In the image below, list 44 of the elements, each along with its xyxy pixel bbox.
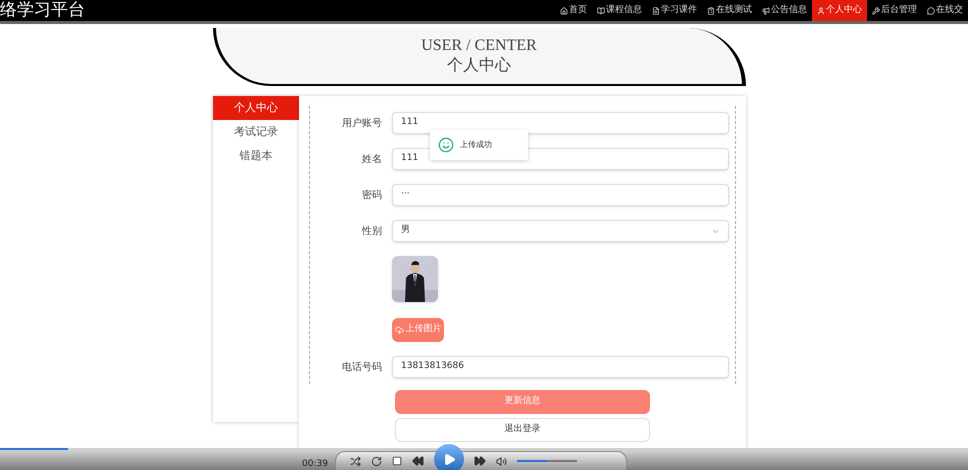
smiley-icon — [438, 137, 454, 153]
field-label: 密码 — [361, 188, 382, 202]
stop-icon[interactable] — [392, 456, 402, 466]
nav-link[interactable]: 个人中心 — [812, 0, 867, 21]
field-label: 用户账号 — [341, 116, 382, 130]
megaphone-icon — [762, 6, 770, 14]
shuffle-icon[interactable] — [350, 456, 361, 466]
wrench-icon — [872, 6, 880, 14]
user-icon — [817, 6, 825, 14]
nav-link[interactable]: 后台管理 — [867, 0, 922, 21]
volume-icon[interactable] — [496, 456, 507, 466]
play-button[interactable] — [434, 444, 464, 470]
fast-forward-icon[interactable] — [474, 455, 486, 467]
play-icon — [442, 452, 456, 466]
sidebar-item[interactable]: 个人中心 — [213, 96, 299, 120]
chat-icon — [927, 6, 935, 14]
nav-link[interactable]: 课程信息 — [592, 0, 647, 21]
gender-select[interactable]: 男 — [392, 220, 729, 242]
rewind-icon[interactable] — [412, 455, 424, 467]
nav-link[interactable]: 在线测试 — [702, 0, 757, 21]
site-title: 络学习平台 — [0, 2, 85, 19]
nav-link[interactable]: 学习课件 — [647, 0, 702, 21]
clipboard-icon — [707, 6, 715, 14]
input-field[interactable]: 13813813686 — [392, 356, 729, 378]
logout-button[interactable]: 退出登录 — [395, 418, 650, 442]
cloud-upload-icon — [394, 326, 404, 334]
input-field[interactable]: ··· — [392, 184, 729, 206]
repeat-icon[interactable] — [371, 456, 382, 466]
nav-link[interactable]: 首页 — [555, 0, 592, 21]
input-field[interactable]: 111 — [392, 112, 729, 134]
book-icon — [597, 6, 605, 14]
toast-message: 上传成功 — [460, 139, 492, 151]
sidebar-item[interactable]: 错题本 — [213, 144, 299, 168]
field-label: 电话号码 — [341, 360, 382, 374]
field-label: 姓名 — [361, 152, 382, 166]
sidebar-item[interactable]: 考试记录 — [213, 120, 299, 144]
banner-title: USER / CENTER — [421, 36, 537, 56]
field-label: 性别 — [360, 224, 382, 238]
house-icon — [560, 6, 568, 14]
document-icon — [652, 6, 660, 14]
banner-subtitle: 个人中心 — [447, 56, 511, 76]
playback-time: 00:39 — [302, 458, 328, 470]
nav-link[interactable]: 在线交 — [922, 0, 968, 21]
nav-link[interactable]: 公告信息 — [757, 0, 812, 21]
